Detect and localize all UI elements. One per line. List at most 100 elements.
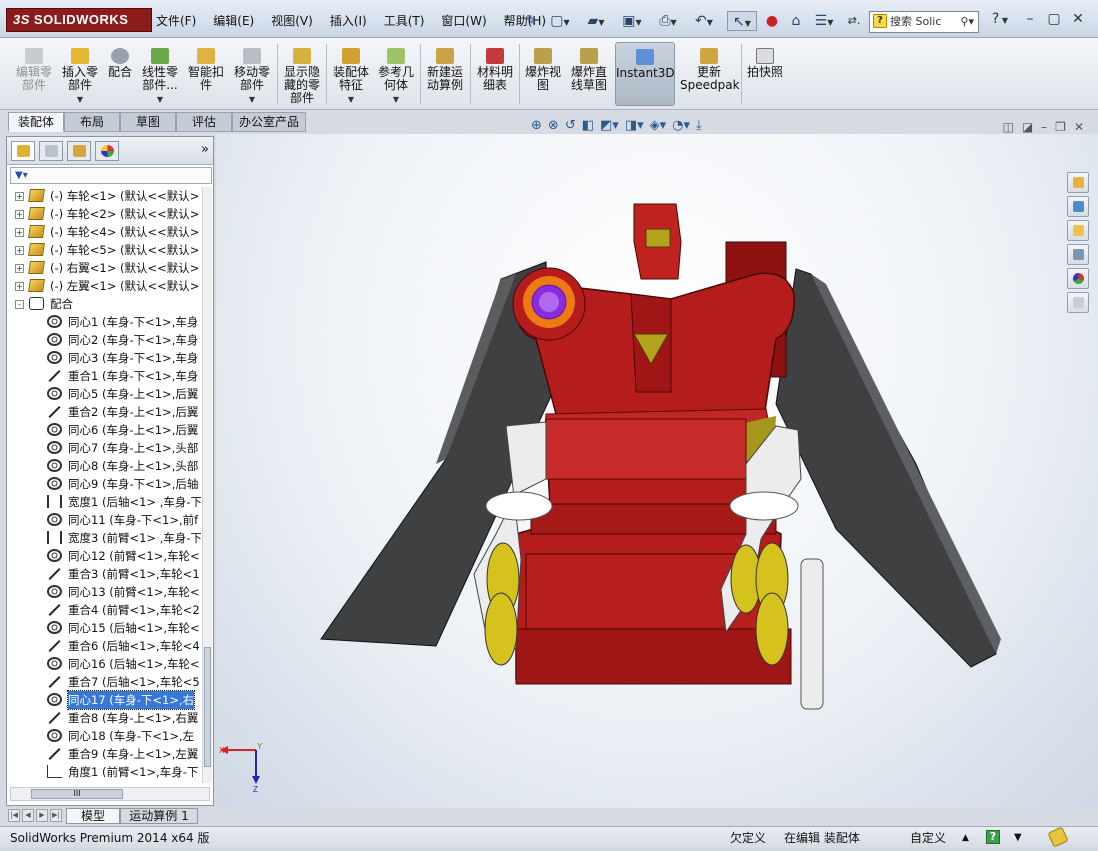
tree-vertical-scrollbar[interactable] <box>202 187 212 783</box>
expand-icon[interactable]: + <box>15 192 24 201</box>
appearances-tab[interactable] <box>1067 268 1089 289</box>
expand-icon[interactable]: + <box>15 264 24 273</box>
open-button[interactable]: ▰▼ <box>582 11 610 31</box>
tree-mate-row[interactable]: 重合7 (后轴<1>,车轮<5 <box>7 673 201 691</box>
last-tab-button[interactable]: ▶| <box>50 809 62 822</box>
tree-component-row[interactable]: + (-) 左翼<1> (默认<<默认> <box>7 277 201 295</box>
tree-component-row[interactable]: + (-) 车轮<4> (默认<<默认> <box>7 223 201 241</box>
first-tab-button[interactable]: |◀ <box>8 809 20 822</box>
tree-component-row[interactable]: + (-) 车轮<1> (默认<<默认> <box>7 187 201 205</box>
doc-minimize-button[interactable]: – <box>1041 120 1047 134</box>
search-icon[interactable]: ⚲▾ <box>960 12 974 32</box>
file-explorer-tab[interactable] <box>1067 220 1089 241</box>
new-motion-study-button[interactable]: 新建运 动算例 <box>423 42 467 106</box>
tree-mate-row[interactable]: 同心11 (车身-下<1>,前f <box>7 511 201 529</box>
tree-mate-row[interactable]: 重合9 (车身-上<1>,左翼 <box>7 745 201 763</box>
tab-sketch[interactable]: 草图 <box>120 112 176 132</box>
bill-of-materials-button[interactable]: 材料明 细表 <box>473 42 517 106</box>
insert-component-button[interactable]: 插入零 部件 ▼ <box>58 42 102 106</box>
solidworks-resources-tab[interactable] <box>1067 172 1089 193</box>
tree-mate-row[interactable]: 同心18 (车身-下<1>,左 <box>7 727 201 745</box>
tree-mate-row[interactable]: 同心7 (车身-上<1>,头部 <box>7 439 201 457</box>
tree-horizontal-scrollbar[interactable]: III <box>10 787 210 801</box>
tree-mate-row[interactable]: 同心9 (车身-下<1>,后轴 <box>7 475 201 493</box>
tree-mate-row[interactable]: 重合6 (后轴<1>,车轮<4 <box>7 637 201 655</box>
tree-mate-row[interactable]: 同心3 (车身-下<1>,车身 <box>7 349 201 367</box>
tree-component-row[interactable]: + (-) 右翼<1> (默认<<默认> <box>7 259 201 277</box>
exploded-view-button[interactable]: 爆炸视 图 <box>521 42 565 106</box>
expand-icon[interactable]: + <box>15 228 24 237</box>
tab-office-products[interactable]: 办公室产品 <box>232 112 306 132</box>
pin-icon[interactable]: ✎ <box>524 11 538 31</box>
right-rear-wheel[interactable] <box>755 592 789 666</box>
reference-geometry-button[interactable]: 参考几 何体 ▼ <box>374 42 418 106</box>
expand-icon[interactable]: + <box>15 210 24 219</box>
tree-mate-row[interactable]: 重合8 (车身-上<1>,右翼 <box>7 709 201 727</box>
tree-mate-row[interactable]: 同心2 (车身-下<1>,车身 <box>7 331 201 349</box>
undo-button[interactable]: ↶▼ <box>690 11 718 31</box>
solidworks-logo[interactable]: 3S SOLIDWORKS <box>6 8 152 32</box>
collapse-icon[interactable]: - <box>15 300 24 309</box>
scrollbar-thumb[interactable]: III <box>31 789 123 799</box>
tree-mate-row[interactable]: 同心1 (车身-下<1>,车身 <box>7 313 201 331</box>
assembly-model[interactable] <box>216 134 1098 808</box>
take-snapshot-button[interactable]: 拍快照 <box>744 42 786 106</box>
tab-layout[interactable]: 布局 <box>64 112 120 132</box>
select-button[interactable]: ↖▼ <box>727 11 757 31</box>
close-button[interactable]: ✕ <box>1068 10 1088 28</box>
tree-mate-row[interactable]: 同心12 (前臂<1>,车轮< <box>7 547 201 565</box>
tree-component-row[interactable]: + (-) 车轮<5> (默认<<默认> <box>7 241 201 259</box>
linear-pattern-button[interactable]: 线性零 部件... ▼ <box>138 42 182 106</box>
menu-file[interactable]: 文件(F) <box>156 12 196 29</box>
status-dropdown-icon[interactable]: ▼ <box>1014 827 1022 849</box>
tree-mate-row[interactable]: 同心6 (车身-上<1>,后翼 <box>7 421 201 439</box>
tree-mate-row[interactable]: 重合4 (前臂<1>,车轮<2 <box>7 601 201 619</box>
show-hidden-components-button[interactable]: 显示隐 藏的零 部件 <box>280 42 324 106</box>
tab-motion-study[interactable]: 运动算例 1 <box>120 808 198 824</box>
file-properties-icon[interactable]: ⌂ <box>786 11 806 31</box>
tree-mate-row[interactable]: 宽度1 (后轴<1> ,车身-下 <box>7 493 201 511</box>
help-button[interactable]: ? ▼ <box>986 10 1014 28</box>
display-manager-tab[interactable] <box>95 141 119 161</box>
view-next-icon[interactable]: ◪ <box>1022 120 1033 134</box>
status-units[interactable]: 自定义 <box>910 827 946 849</box>
custom-properties-tab[interactable] <box>1067 292 1089 313</box>
view-palette-tab[interactable] <box>1067 244 1089 265</box>
graphics-area[interactable]: ⊕ ⊗ ↺ ◧ ◩▾ ◨▾ ◈▾ ◔▾ ⤓ ◫ ◪ – ❐ ✕ X Y Z <box>216 118 1098 808</box>
instant3d-button[interactable]: Instant3D <box>615 42 675 106</box>
update-speedpak-button[interactable]: 更新 Speedpak <box>680 42 740 106</box>
tree-mate-row[interactable]: 重合2 (车身-上<1>,后翼 <box>7 403 201 421</box>
rebuild-icon[interactable]: ● <box>764 11 780 31</box>
overflow-button[interactable]: ⇄. <box>845 11 863 31</box>
menu-insert[interactable]: 插入(I) <box>330 12 367 29</box>
print-button[interactable]: ⎙▼ <box>654 11 682 31</box>
prev-tab-button[interactable]: ◀ <box>22 809 34 822</box>
tree-mate-row[interactable]: 重合3 (前臂<1>,车轮<1 <box>7 565 201 583</box>
search-input[interactable]: ? 搜索 Solic ⚲▾ <box>869 11 979 33</box>
units-dropdown-icon[interactable]: ▲ <box>962 827 969 849</box>
tree-component-row[interactable]: + (-) 车轮<2> (默认<<默认> <box>7 205 201 223</box>
tree-mates-folder[interactable]: - 配合 <box>7 295 201 313</box>
menu-edit[interactable]: 编辑(E) <box>213 12 254 29</box>
mate-button[interactable]: 配合 <box>104 42 136 106</box>
feature-manager-tab[interactable] <box>11 141 35 161</box>
tab-evaluate[interactable]: 评估 <box>176 112 232 132</box>
doc-restore-button[interactable]: ❐ <box>1055 120 1066 134</box>
tree-mate-row[interactable]: 同心5 (车身-上<1>,后翼 <box>7 385 201 403</box>
doc-close-button[interactable]: ✕ <box>1074 120 1084 134</box>
options-button[interactable]: ☰▼ <box>810 11 838 31</box>
maximize-button[interactable]: ▢ <box>1044 10 1064 28</box>
explode-line-sketch-button[interactable]: 爆炸直 线草图 <box>566 42 612 106</box>
tab-assembly[interactable]: 装配体 <box>8 112 64 132</box>
expand-icon[interactable]: + <box>15 282 24 291</box>
tree-mate-row[interactable]: 同心16 (后轴<1>,车轮< <box>7 655 201 673</box>
next-tab-button[interactable]: ▶ <box>36 809 48 822</box>
expand-panel-icon[interactable]: » <box>201 142 209 157</box>
tree-mate-row[interactable]: 同心13 (前臂<1>,车轮< <box>7 583 201 601</box>
tree-mate-row[interactable]: 同心8 (车身-上<1>,头部 <box>7 457 201 475</box>
scrollbar-thumb[interactable] <box>204 647 211 767</box>
expand-icon[interactable]: + <box>15 246 24 255</box>
menu-tools[interactable]: 工具(T) <box>384 12 425 29</box>
tree-mate-row[interactable]: 角度1 (前臂<1>,车身-下 <box>7 763 201 781</box>
save-button[interactable]: ▣▼ <box>618 11 646 31</box>
